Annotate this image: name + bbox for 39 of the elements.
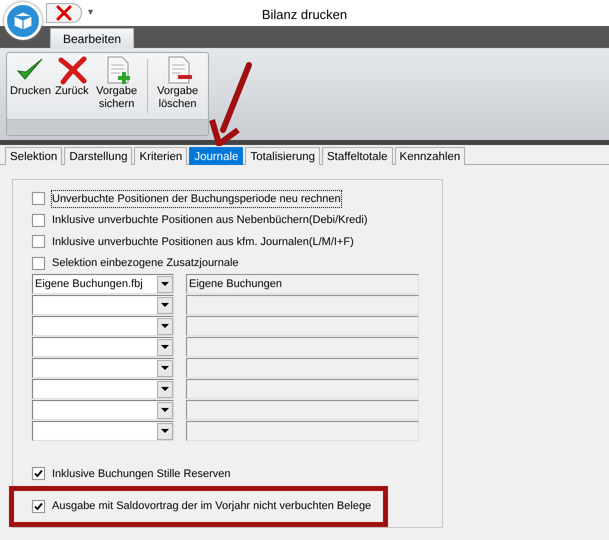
checkbox-label: Ausgabe mit Saldovortrag der im Vorjahr nicht verbuchten Belege — [52, 499, 372, 514]
checkbox[interactable] — [32, 467, 45, 480]
window-title: Bilanz drucken — [262, 7, 348, 22]
checkbox[interactable] — [32, 214, 45, 227]
tab[interactable]: Kennzahlen — [394, 147, 466, 165]
checkbox[interactable] — [32, 235, 45, 248]
back-button[interactable]: Zurück — [54, 55, 90, 119]
checkbox[interactable] — [32, 256, 45, 270]
delete-preset-button[interactable]: Vorgabe löschen — [152, 55, 203, 119]
journal-dropdown[interactable] — [32, 358, 174, 378]
checkbox[interactable] — [32, 192, 45, 206]
checkbox-label: Selektion einbezogene Zusatzjournale — [52, 256, 239, 271]
tab[interactable]: Totalisierung — [245, 147, 320, 165]
print-button[interactable]: Drucken — [9, 55, 52, 119]
journal-name-field: Eigene Buchungen — [186, 274, 419, 294]
checkbox-label: Unverbuchte Positionen der Buchungsperiode neu rechnen — [52, 190, 341, 207]
cross-icon — [56, 55, 87, 85]
dropdown-value: Eigene Buchungen.fbj — [35, 276, 143, 292]
checkbox-label: Inklusive unverbuchte Positionen aus kfm. Journalen(L/M/I+F) — [52, 234, 354, 250]
save-preset-button[interactable]: Vorgabe sichern — [92, 55, 142, 119]
tab[interactable]: Selektion — [5, 147, 62, 165]
quick-access-menu[interactable]: ▾ — [88, 5, 93, 20]
cancel-icon[interactable] — [46, 3, 82, 23]
journal-dropdown[interactable]: Eigene Buchungen.fbj — [32, 274, 174, 294]
journal-dropdown[interactable] — [32, 400, 174, 420]
journal-dropdown[interactable] — [32, 295, 174, 315]
checkbox-label: Inklusive Buchungen Stille Reserven — [52, 466, 231, 482]
journal-dropdown[interactable] — [32, 421, 174, 441]
tab[interactable]: Darstellung — [64, 147, 132, 165]
app-logo[interactable] — [4, 2, 42, 40]
checkbox[interactable] — [32, 500, 45, 513]
journal-dropdown[interactable] — [32, 316, 174, 336]
checkbox-label: Inklusive unverbuchte Positionen aus Nebenbüchern(Debi/Kredi) — [52, 213, 368, 228]
journal-dropdown[interactable] — [32, 337, 174, 357]
tab[interactable]: Kriterien — [134, 147, 188, 165]
ribbon-tab[interactable]: Bearbeiten — [50, 28, 134, 48]
tab[interactable]: Staffeltotale — [322, 147, 393, 165]
tab[interactable]: Journale — [189, 147, 244, 165]
journal-dropdown[interactable] — [32, 379, 174, 399]
